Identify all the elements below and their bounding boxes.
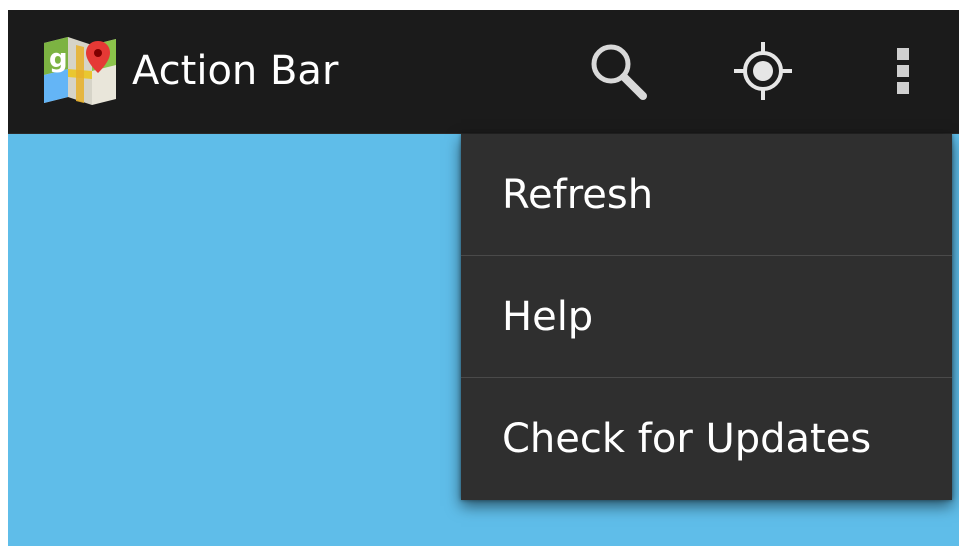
menu-item-refresh[interactable]: Refresh [461, 134, 952, 255]
svg-text:g: g [49, 44, 68, 74]
action-bar-title: Action Bar [132, 48, 339, 94]
my-location-button[interactable] [728, 36, 798, 106]
menu-item-check-for-updates[interactable]: Check for Updates [461, 378, 952, 499]
menu-item-help[interactable]: Help [461, 256, 952, 377]
overflow-popup-menu: Refresh Help Check for Updates [461, 134, 952, 500]
menu-item-label: Help [502, 293, 594, 340]
google-maps-icon[interactable]: g [40, 35, 120, 107]
menu-item-label: Refresh [502, 171, 654, 218]
my-location-icon [734, 42, 792, 100]
action-bar: g Action Bar [8, 10, 959, 134]
search-icon [591, 44, 647, 100]
overflow-menu-button[interactable] [868, 36, 938, 106]
search-button[interactable] [583, 36, 653, 106]
menu-item-label: Check for Updates [502, 415, 872, 462]
app-screen: g Action Bar Refresh Help Check for Upda… [8, 10, 959, 546]
overflow-menu-icon [897, 48, 909, 94]
